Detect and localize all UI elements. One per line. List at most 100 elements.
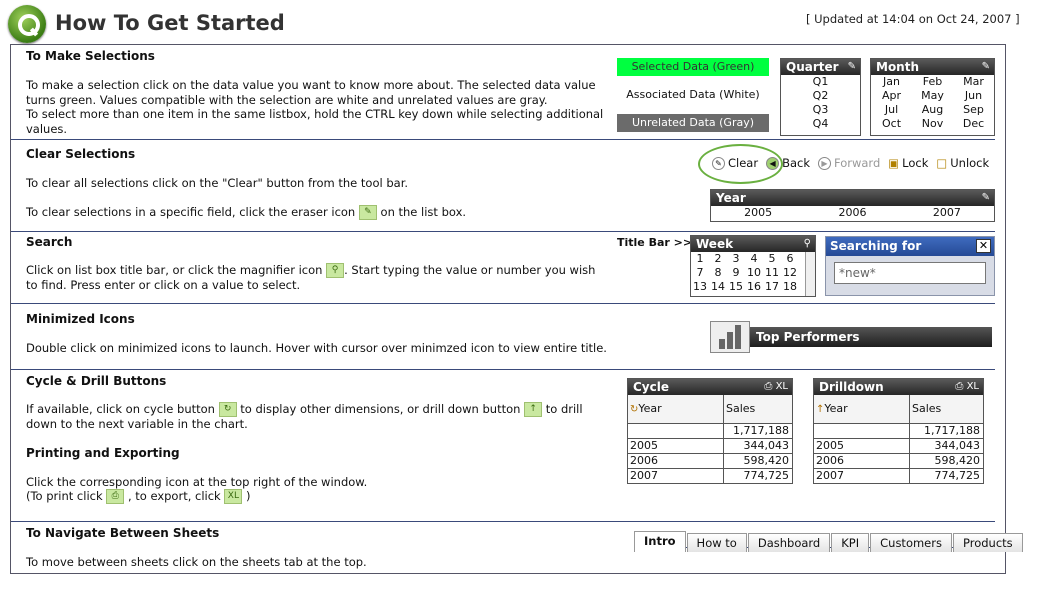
week-value[interactable]: 12 bbox=[781, 266, 799, 280]
quarter-value[interactable]: Q4 bbox=[781, 117, 860, 131]
week-value[interactable]: 17 bbox=[763, 280, 781, 294]
tab-customers[interactable]: Customers bbox=[870, 533, 952, 552]
print-xl-icons[interactable]: ⎙ XL bbox=[764, 379, 788, 395]
week-value[interactable]: 10 bbox=[745, 266, 763, 280]
tab-intro[interactable]: Intro bbox=[634, 531, 686, 552]
close-icon[interactable]: ✕ bbox=[976, 239, 991, 253]
unlock-button[interactable]: □ Unlock bbox=[936, 156, 989, 170]
eraser-icon[interactable]: ✎ bbox=[982, 190, 990, 206]
table-row[interactable]: 2005 344,043 bbox=[814, 438, 983, 453]
month-titlebar[interactable]: Month ✎ bbox=[871, 59, 994, 75]
drill-total: 1,717,188 bbox=[924, 424, 980, 437]
year-value[interactable]: 2007 bbox=[900, 206, 994, 220]
cycle-table[interactable]: Cycle ⎙ XL ↻Year Sales 1,717,188 2005 344,… bbox=[627, 378, 793, 484]
toolbar: ✎ Clear ◀ Back ▶ Forward ▣ Lock □ Unlock bbox=[712, 151, 997, 175]
eraser-icon: ✎ bbox=[712, 156, 725, 170]
tab-kpi[interactable]: KPI bbox=[831, 533, 870, 552]
month-value[interactable]: Jan bbox=[871, 75, 912, 89]
magnifier-icon: ⚲ bbox=[326, 263, 345, 278]
quarter-value[interactable]: Q2 bbox=[781, 89, 860, 103]
year-listbox[interactable]: Year ✎ 2005 2006 2007 bbox=[710, 189, 995, 222]
week-value[interactable]: 11 bbox=[763, 266, 781, 280]
week-value[interactable]: 1 bbox=[691, 252, 709, 266]
month-value[interactable]: Aug bbox=[912, 103, 953, 117]
selections-text-2: To select more than one item in the same… bbox=[26, 107, 604, 136]
week-scrollbar[interactable] bbox=[805, 252, 815, 296]
eraser-icon[interactable]: ✎ bbox=[848, 59, 856, 75]
quarter-titlebar[interactable]: Quarter ✎ bbox=[781, 59, 860, 75]
table-row[interactable]: 2005 344,043 bbox=[628, 438, 792, 453]
table-row[interactable]: 2006 598,420 bbox=[814, 453, 983, 468]
lock-button[interactable]: ▣ Lock bbox=[888, 156, 928, 170]
quarter-value[interactable]: Q1 bbox=[781, 75, 860, 89]
week-value[interactable]: 18 bbox=[781, 280, 799, 294]
lock-icon: ▣ bbox=[888, 156, 900, 170]
cycle-text: If available, click on cycle button ↻ to… bbox=[26, 402, 583, 431]
tab-dashboard[interactable]: Dashboard bbox=[747, 533, 831, 552]
selections-heading: To Make Selections bbox=[26, 49, 155, 63]
month-value[interactable]: Jun bbox=[953, 89, 994, 103]
title-bar-label: Title Bar >> bbox=[617, 236, 693, 249]
week-value[interactable]: 6 bbox=[781, 252, 799, 266]
week-value[interactable]: 9 bbox=[727, 266, 745, 280]
week-value[interactable]: 15 bbox=[727, 280, 745, 294]
search-heading: Search bbox=[26, 235, 73, 249]
month-value[interactable]: Apr bbox=[871, 89, 912, 103]
year-value[interactable]: 2005 bbox=[711, 206, 805, 220]
unlock-icon: □ bbox=[936, 156, 948, 170]
chart-icon bbox=[710, 321, 750, 353]
magnifier-icon[interactable]: ⚲ bbox=[804, 236, 811, 252]
week-value[interactable]: 3 bbox=[727, 252, 745, 266]
search-input[interactable]: *new* bbox=[834, 262, 986, 284]
quarter-value[interactable]: Q3 bbox=[781, 103, 860, 117]
forward-button[interactable]: ▶ Forward bbox=[818, 156, 880, 170]
excel-icon: XL bbox=[224, 489, 243, 504]
week-value[interactable]: 16 bbox=[745, 280, 763, 294]
navigate-text: To move between sheets click on the shee… bbox=[26, 555, 367, 569]
cycle-titlebar[interactable]: Cycle ⎙ XL bbox=[628, 379, 792, 395]
month-value[interactable]: Jul bbox=[871, 103, 912, 117]
back-arrow-icon: ◀ bbox=[766, 156, 780, 170]
week-value[interactable]: 8 bbox=[709, 266, 727, 280]
week-value[interactable]: 7 bbox=[691, 266, 709, 280]
table-row[interactable]: 2007 774,725 bbox=[628, 468, 792, 483]
print-xl-icons[interactable]: ⎙ XL bbox=[955, 379, 979, 395]
month-value[interactable]: May bbox=[912, 89, 953, 103]
clear-button[interactable]: ✎ Clear bbox=[712, 156, 758, 170]
forward-arrow-icon: ▶ bbox=[818, 156, 831, 170]
week-titlebar[interactable]: Week ⚲ bbox=[691, 236, 815, 252]
week-value[interactable]: 13 bbox=[691, 280, 709, 294]
cycle-heading: Cycle & Drill Buttons bbox=[26, 374, 167, 388]
week-listbox[interactable]: Week ⚲ 1 2 3 4 5 6 7 8 9 10 11 12 13 14 15 16 17 18 bbox=[690, 235, 816, 297]
tab-how-to[interactable]: How to bbox=[686, 533, 747, 552]
search-popup-title: Searching for ✕ bbox=[826, 237, 994, 256]
table-row[interactable]: 2006 598,420 bbox=[628, 453, 792, 468]
drilldown-table[interactable]: Drilldown ⎙ XL ↑Year Sales 1,717,188 2005… bbox=[813, 378, 984, 484]
month-listbox[interactable]: Month ✎ Jan Feb Mar Apr May Jun Jul Aug Sep Oct Nov… bbox=[870, 58, 995, 136]
minimized-top-performers[interactable]: Top Performers bbox=[710, 321, 992, 353]
tab-products[interactable]: Products bbox=[952, 533, 1023, 552]
month-value[interactable]: Sep bbox=[953, 103, 994, 117]
selections-text-1: To make a selection click on the data va… bbox=[26, 78, 596, 107]
updated-timestamp: [ Updated at 14:04 on Oct 24, 2007 ] bbox=[806, 12, 1020, 26]
week-value[interactable]: 2 bbox=[709, 252, 727, 266]
clear-heading: Clear Selections bbox=[26, 147, 136, 161]
month-value[interactable]: Oct bbox=[871, 117, 912, 131]
month-value[interactable]: Nov bbox=[912, 117, 953, 131]
week-value[interactable]: 4 bbox=[745, 252, 763, 266]
cycle-col-sales: Sales bbox=[726, 402, 756, 415]
year-value[interactable]: 2006 bbox=[805, 206, 899, 220]
clear-text-1: To clear all selections click on the "Cl… bbox=[26, 176, 409, 190]
drilldown-titlebar[interactable]: Drilldown ⎙ XL bbox=[814, 379, 983, 395]
eraser-icon[interactable]: ✎ bbox=[982, 59, 990, 75]
quarter-listbox[interactable]: Quarter ✎ Q1 Q2 Q3 Q4 bbox=[780, 58, 861, 136]
month-value[interactable]: Dec bbox=[953, 117, 994, 131]
table-row[interactable]: 2007 774,725 bbox=[814, 468, 983, 483]
year-titlebar[interactable]: Year ✎ bbox=[711, 190, 994, 206]
month-value[interactable]: Mar bbox=[953, 75, 994, 89]
month-value[interactable]: Feb bbox=[912, 75, 953, 89]
week-value[interactable]: 5 bbox=[763, 252, 781, 266]
week-value[interactable]: 14 bbox=[709, 280, 727, 294]
printing-heading: Printing and Exporting bbox=[26, 446, 180, 460]
back-button[interactable]: ◀ Back bbox=[766, 156, 810, 170]
